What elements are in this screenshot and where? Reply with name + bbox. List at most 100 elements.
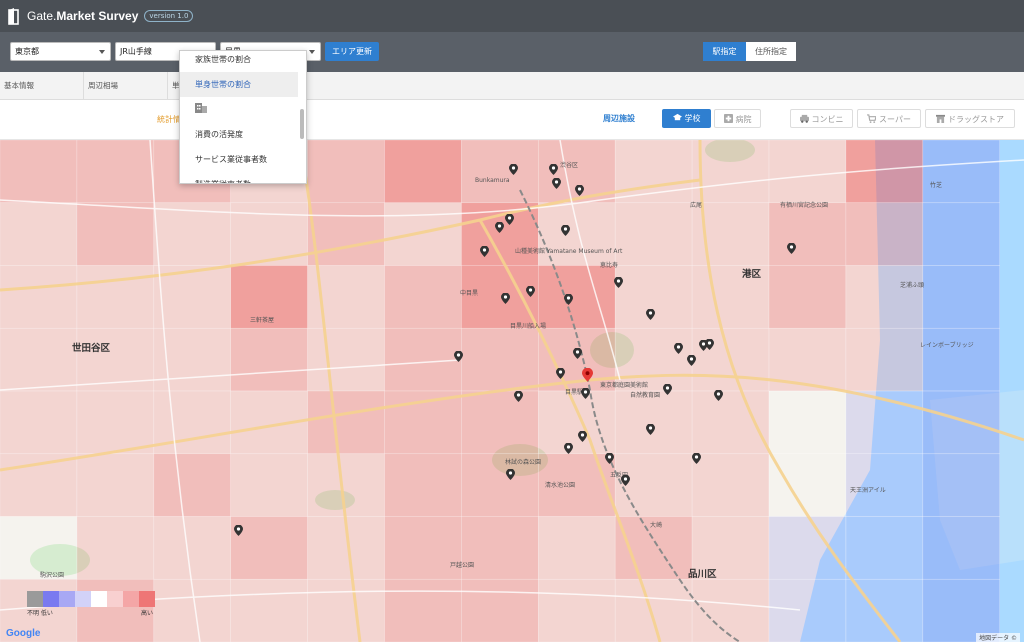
menu-item-consumption-activity[interactable]: 消費の活発度 [180,122,298,147]
heat-cell [614,390,693,455]
school-marker-icon[interactable] [552,178,561,189]
school-marker-icon[interactable] [480,246,489,257]
school-marker-icon[interactable] [646,309,655,320]
station-mode-button[interactable]: 駅指定 [703,42,746,61]
school-marker-icon[interactable] [501,293,510,304]
school-marker-icon[interactable] [549,164,558,175]
heat-cell [384,516,462,580]
school-marker-icon[interactable] [605,453,614,464]
place-label: 恵比寿 [600,262,619,269]
heat-cell [153,516,232,580]
school-marker-icon[interactable] [573,348,582,359]
supermarket-button[interactable]: スーパー [857,109,921,128]
heat-cell [0,265,78,329]
prefecture-select[interactable]: 東京都 [10,42,111,61]
place-label: 天王洲アイル [850,487,886,494]
facility-label: 周辺施設 [603,114,635,123]
school-marker-icon[interactable] [234,525,243,536]
school-marker-icon[interactable] [454,351,463,362]
place-label: 戸越公園 [450,562,475,569]
tab-nearby-price[interactable]: 周辺相場 [84,72,168,100]
heat-cell [922,516,1000,580]
gate-logo-icon [8,8,19,25]
school-marker-icon[interactable] [561,225,570,236]
heat-cell [768,140,847,204]
school-button[interactable]: 学校 [662,109,711,128]
school-marker-icon[interactable] [506,469,515,480]
heat-cell [922,390,1000,455]
school-marker-icon[interactable] [526,286,535,297]
heat-cell [384,578,462,642]
tab-basic-info[interactable]: 基本情報 [0,72,84,100]
heat-cell [76,327,155,392]
place-label: 大崎 [650,522,663,529]
school-marker-icon[interactable] [674,343,683,354]
school-marker-icon[interactable] [705,339,714,350]
school-marker-icon[interactable] [495,222,504,233]
heat-cell [76,202,155,266]
heat-cell [768,390,847,455]
toolbar: 東京都 JR山手線 目黒 エリア更新 駅指定 住所指定 [0,32,1024,72]
hospital-icon [723,114,733,123]
menu-item-manufacturing-workers[interactable]: 製造業従事者数 [180,172,298,183]
school-marker-icon[interactable] [663,384,672,395]
app-title: Gate.Market Survey [27,9,139,23]
place-label: 三軒茶屋 [250,317,275,324]
school-marker-icon[interactable] [564,294,573,305]
school-marker-icon[interactable] [509,164,518,175]
heat-cell [307,327,385,392]
convenience-store-button[interactable]: コンビニ [790,109,853,128]
menu-item-single-household-ratio[interactable]: 単身世帯の割合 [180,72,298,97]
heat-cell [537,516,616,580]
heat-cell [845,516,924,580]
menu-item-service-workers[interactable]: サービス業従事者数 [180,147,298,172]
school-marker-icon[interactable] [581,388,590,399]
school-marker-icon[interactable] [505,214,514,225]
heat-cell [384,140,462,204]
school-marker-icon[interactable] [578,431,587,442]
heat-cell [461,140,539,204]
heat-cell [153,453,232,517]
heatmap-legend: 不明 低い 高い [27,591,157,617]
stats-link[interactable]: 統計情 [157,114,181,125]
school-marker-icon[interactable] [646,424,655,435]
hospital-button[interactable]: 病院 [714,109,761,128]
school-marker-icon[interactable] [621,475,630,486]
heat-cell [614,202,693,266]
place-label: 清水池公園 [545,482,576,489]
school-marker-icon[interactable] [687,355,696,366]
car-icon [799,114,809,123]
school-marker-icon[interactable] [714,390,723,401]
place-label: 東京都庭園美術館 [600,382,649,389]
heat-cell [768,265,847,329]
heat-cell [691,140,770,204]
app-header: Gate.Market Survey version 1.0 [0,0,1024,32]
address-mode-button[interactable]: 住所指定 [746,42,796,61]
heat-cell [845,265,924,329]
heat-cell [768,453,847,517]
version-badge: version 1.0 [144,10,194,22]
school-marker-icon[interactable] [575,185,584,196]
dropdown-scrollbar[interactable] [300,109,304,139]
area-update-button[interactable]: エリア更新 [325,42,379,61]
menu-item-family-household-ratio[interactable]: 家族世帯の割合 [180,51,298,72]
place-label: 広尾 [690,202,703,209]
legend-swatch [75,591,91,607]
selected-station-marker-icon[interactable] [582,368,593,382]
school-marker-icon[interactable] [787,243,796,254]
school-marker-icon[interactable] [556,368,565,379]
place-label: 竹芝 [930,182,943,189]
heat-cell [691,453,770,517]
legend-low-label: 不明 低い [27,610,53,617]
school-icon [672,113,682,121]
map[interactable]: 世田谷区 港区 品川区 Bunkamura 山種美術館 Yamatane Mus… [0,140,1024,642]
drugstore-button[interactable]: ドラッグストア [925,109,1015,128]
school-marker-icon[interactable] [514,391,523,402]
school-marker-icon[interactable] [614,277,623,288]
place-label: 渋谷区 [560,162,579,169]
building-icon [195,103,207,113]
heat-cell [461,578,539,642]
school-marker-icon[interactable] [564,443,573,454]
school-marker-icon[interactable] [692,453,701,464]
map-attribution: 地図データ © [976,633,1020,642]
